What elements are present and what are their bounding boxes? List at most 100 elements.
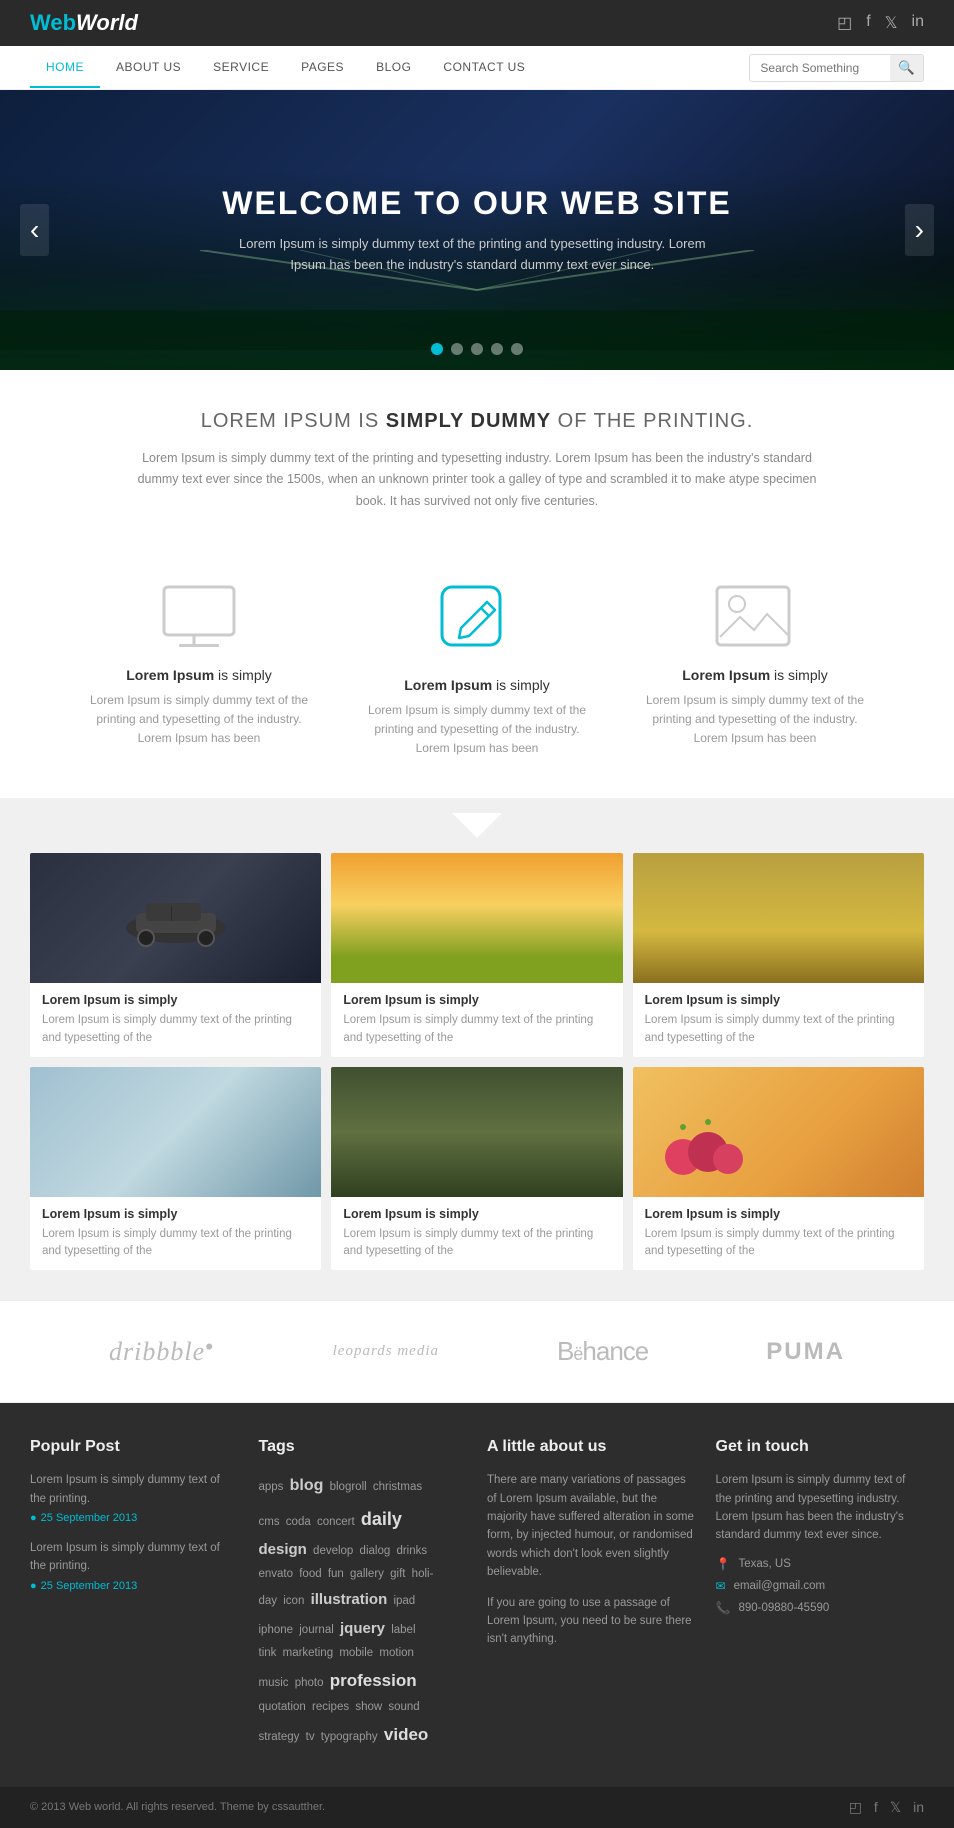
footer-post-1: Lorem Ipsum is simply dummy text of the … <box>30 1471 239 1524</box>
search-input[interactable] <box>750 56 890 80</box>
image-icon <box>638 582 872 652</box>
tag-journal[interactable]: journal <box>299 1624 334 1636</box>
logo-web: Web <box>30 10 76 35</box>
clock-icon: ● <box>30 1512 37 1524</box>
facebook-icon[interactable]: f <box>866 13 870 33</box>
tag-recipes[interactable]: recipes <box>312 1701 349 1713</box>
gallery-item-3[interactable]: Lorem Ipsum is simply Lorem Ipsum is sim… <box>633 853 924 1057</box>
gallery-desc-4: Lorem Ipsum is simply dummy text of the … <box>42 1226 309 1261</box>
tag-icon[interactable]: icon <box>283 1595 304 1607</box>
gallery-img-blur <box>30 1067 321 1197</box>
hero-dot-5[interactable] <box>511 343 523 355</box>
footer-rss-icon[interactable]: ◰ <box>849 1799 862 1816</box>
tag-coda[interactable]: coda <box>286 1516 311 1528</box>
tag-gallery[interactable]: gallery <box>350 1568 384 1580</box>
tag-photo[interactable]: photo <box>295 1677 324 1689</box>
tag-blog[interactable]: blog <box>290 1477 324 1494</box>
feature-1-title: Lorem Ipsum is simply <box>82 667 316 683</box>
gallery-item-6[interactable]: Lorem Ipsum is simply Lorem Ipsum is sim… <box>633 1067 924 1271</box>
tag-video[interactable]: video <box>384 1725 428 1744</box>
hero-dot-4[interactable] <box>491 343 503 355</box>
tag-strategy[interactable]: strategy <box>259 1731 300 1743</box>
brand-behance[interactable]: Bëhance <box>557 1336 648 1367</box>
hero-dot-2[interactable] <box>451 343 463 355</box>
tag-daily[interactable]: daily <box>361 1509 402 1529</box>
brand-leopards[interactable]: leopards media <box>333 1343 439 1360</box>
tag-mobile[interactable]: mobile <box>339 1647 373 1659</box>
footer-linkedin-icon[interactable]: in <box>913 1799 924 1816</box>
header: WebWorld ◰ f 𝕏 in <box>0 0 954 46</box>
gallery-item-5[interactable]: Lorem Ipsum is simply Lorem Ipsum is sim… <box>331 1067 622 1271</box>
rss-icon[interactable]: ◰ <box>837 13 852 33</box>
nav-home[interactable]: HOME <box>30 48 100 88</box>
gallery-info-4: Lorem Ipsum is simply Lorem Ipsum is sim… <box>30 1197 321 1271</box>
footer: Populr Post Lorem Ipsum is simply dummy … <box>0 1403 954 1786</box>
tag-typography[interactable]: typography <box>321 1731 378 1743</box>
brand-dribbble[interactable]: dribbble● <box>109 1337 215 1367</box>
hero-next-button[interactable]: › <box>905 204 934 256</box>
tag-ipad[interactable]: ipad <box>393 1595 415 1607</box>
twitter-icon[interactable]: 𝕏 <box>885 13 898 33</box>
nav-service[interactable]: SERVICE <box>197 48 285 88</box>
feature-edit: Lorem Ipsum is simply Lorem Ipsum is sim… <box>360 582 594 759</box>
gallery-item-2[interactable]: Lorem Ipsum is simply Lorem Ipsum is sim… <box>331 853 622 1057</box>
tag-label[interactable]: label <box>391 1624 415 1636</box>
nav-pages[interactable]: PAGES <box>285 48 360 88</box>
tag-dialog[interactable]: dialog <box>360 1545 391 1557</box>
search-button[interactable]: 🔍 <box>890 55 923 81</box>
footer-contact: Get in touch Lorem Ipsum is simply dummy… <box>716 1438 925 1751</box>
feature-3-title: Lorem Ipsum is simply <box>638 667 872 683</box>
tag-profession[interactable]: profession <box>330 1671 417 1690</box>
footer-facebook-icon[interactable]: f <box>874 1799 878 1816</box>
gallery-arrow <box>30 798 924 853</box>
tag-gift[interactable]: gift <box>390 1568 405 1580</box>
tag-iphone[interactable]: iphone <box>259 1624 294 1636</box>
nav-blog[interactable]: BLOG <box>360 48 427 88</box>
tag-quotation[interactable]: quotation <box>259 1701 306 1713</box>
tag-show[interactable]: show <box>355 1701 382 1713</box>
hero-dot-1[interactable] <box>431 343 443 355</box>
nav-contact[interactable]: CONTACT US <box>427 48 541 88</box>
tag-envato[interactable]: envato <box>259 1568 294 1580</box>
tag-marketing[interactable]: marketing <box>283 1647 334 1659</box>
tag-christmas[interactable]: christmas <box>373 1481 422 1493</box>
brand-puma[interactable]: PUMA <box>766 1338 845 1366</box>
contact-email-value: email@gmail.com <box>734 1580 826 1592</box>
feature-2-title: Lorem Ipsum is simply <box>360 677 594 693</box>
monitor-icon <box>82 582 316 652</box>
feature-monitor: Lorem Ipsum is simply Lorem Ipsum is sim… <box>82 582 316 749</box>
intro-suffix: OF THE PRINTING. <box>551 410 753 432</box>
intro-description: Lorem Ipsum is simply dummy text of the … <box>127 448 827 512</box>
tag-apps[interactable]: apps <box>259 1481 284 1493</box>
tag-drinks[interactable]: drinks <box>396 1545 427 1557</box>
tag-concert[interactable]: concert <box>317 1516 355 1528</box>
feature-1-desc: Lorem Ipsum is simply dummy text of the … <box>82 691 316 749</box>
tag-motion[interactable]: motion <box>379 1647 414 1659</box>
tag-fun[interactable]: fun <box>328 1568 344 1580</box>
tag-food[interactable]: food <box>299 1568 321 1580</box>
tag-cms[interactable]: cms <box>259 1516 280 1528</box>
tag-illustration[interactable]: illustration <box>311 1591 388 1608</box>
tag-tv[interactable]: tv <box>306 1731 315 1743</box>
gallery-section: Lorem Ipsum is simply Lorem Ipsum is sim… <box>0 798 954 1300</box>
contact-phone: 📞 890-09880-45590 <box>716 1601 925 1615</box>
tag-develop[interactable]: develop <box>313 1545 353 1557</box>
tag-jquery[interactable]: jquery <box>340 1620 385 1637</box>
nav-about[interactable]: ABOUT US <box>100 48 197 88</box>
search-box[interactable]: 🔍 <box>749 54 924 82</box>
footer-twitter-icon[interactable]: 𝕏 <box>890 1799 901 1816</box>
tag-tink[interactable]: tink <box>259 1647 277 1659</box>
tag-music[interactable]: music <box>259 1677 289 1689</box>
tag-blogroll[interactable]: blogroll <box>330 1481 367 1493</box>
hero-prev-button[interactable]: ‹ <box>20 204 49 256</box>
tag-sound[interactable]: sound <box>388 1701 419 1713</box>
gallery-item-4[interactable]: Lorem Ipsum is simply Lorem Ipsum is sim… <box>30 1067 321 1271</box>
gallery-desc-2: Lorem Ipsum is simply dummy text of the … <box>343 1012 610 1047</box>
hero-dot-3[interactable] <box>471 343 483 355</box>
tag-design[interactable]: design <box>259 1541 307 1558</box>
logo-world: World <box>76 10 138 35</box>
gallery-item-1[interactable]: Lorem Ipsum is simply Lorem Ipsum is sim… <box>30 853 321 1057</box>
footer-tags: Tags apps blog blogroll christmas cms co… <box>259 1438 468 1751</box>
linkedin-icon[interactable]: in <box>912 13 924 33</box>
email-icon: ✉ <box>716 1579 726 1593</box>
